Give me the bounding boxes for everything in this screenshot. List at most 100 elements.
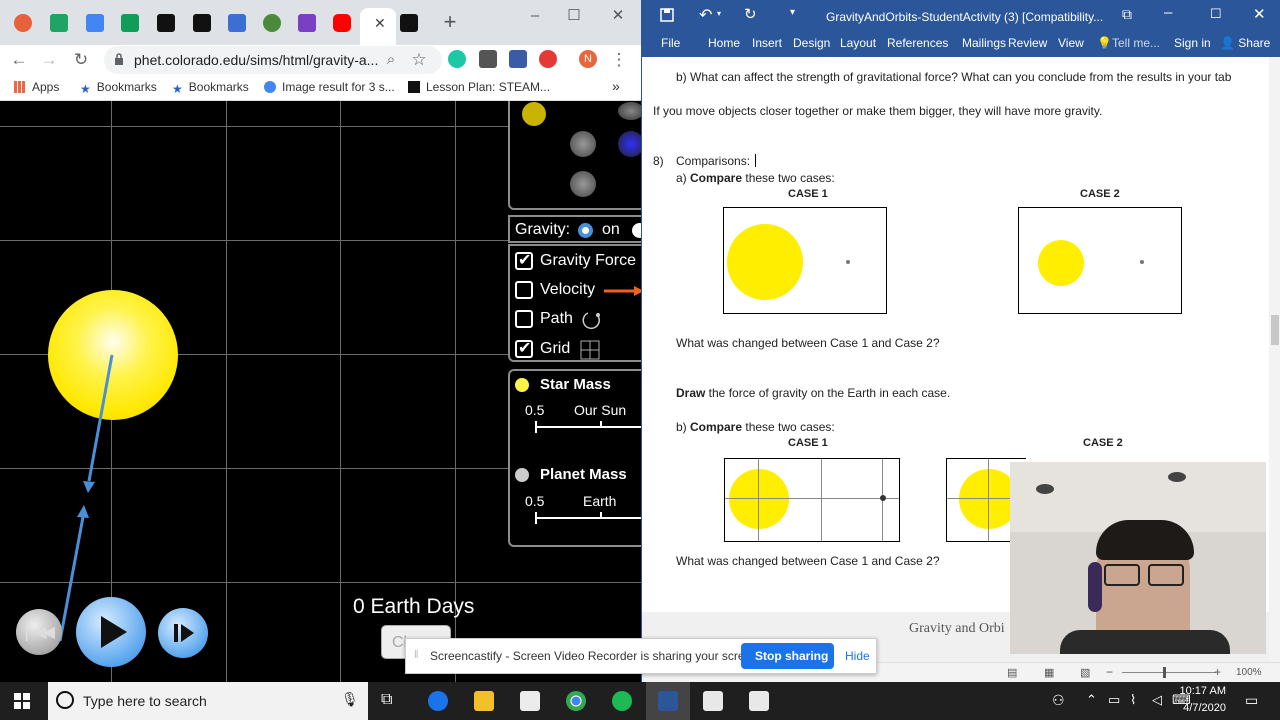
screencastify-icon[interactable]: [539, 50, 557, 68]
star-mass-slider[interactable]: [535, 426, 641, 428]
bookmark-star-icon[interactable]: ☆: [408, 49, 430, 71]
back-icon[interactable]: ←: [8, 49, 30, 71]
repeat-icon[interactable]: ↻: [744, 5, 757, 23]
zoom-in-icon[interactable]: +: [1214, 665, 1221, 679]
phet-tab-icon[interactable]: [193, 14, 211, 32]
close-icon[interactable]: ✕: [608, 6, 628, 26]
menu-icon[interactable]: ⋮: [608, 49, 630, 71]
taskbar-search[interactable]: Type here to search 🎙: [48, 682, 368, 720]
tab-file[interactable]: File: [661, 36, 680, 50]
network-icon[interactable]: ⌇: [1130, 692, 1136, 708]
play-button[interactable]: [76, 597, 146, 667]
grid-checkbox[interactable]: [515, 338, 533, 358]
tab-mailings[interactable]: Mailings: [962, 36, 1006, 50]
read-mode-icon[interactable]: ▤: [1007, 666, 1017, 679]
velocity-checkbox[interactable]: [515, 281, 533, 299]
forward-icon[interactable]: →: [38, 49, 60, 71]
customize-toolbar-icon[interactable]: ▾: [790, 7, 795, 18]
file-explorer-icon[interactable]: [474, 691, 494, 711]
moon-option-icon[interactable]: [618, 102, 641, 120]
gravity-off-radio[interactable]: [632, 223, 641, 238]
tab-insert[interactable]: Insert: [752, 36, 782, 50]
youtube-tab-icon[interactable]: [333, 14, 351, 32]
save-icon[interactable]: [660, 8, 674, 22]
undo-icon[interactable]: ↶: [699, 5, 712, 25]
active-tab[interactable]: ✕: [360, 8, 396, 45]
ribbon-display-icon[interactable]: ⧉: [1122, 6, 1132, 23]
tab-layout[interactable]: Layout: [840, 36, 876, 50]
minimize-icon[interactable]: –: [1164, 4, 1172, 21]
minimize-icon[interactable]: –: [525, 6, 545, 26]
clock-date[interactable]: 4/7/2020: [1178, 702, 1226, 714]
planet-mass-slider[interactable]: [535, 517, 641, 519]
zoom-out-icon[interactable]: −: [1106, 665, 1113, 679]
tab-references[interactable]: References: [887, 36, 948, 50]
edge-icon[interactable]: [428, 691, 448, 711]
show-hidden-icons[interactable]: ⌃: [1086, 692, 1097, 708]
microphone-icon[interactable]: 🎙: [341, 691, 359, 708]
tab-favicon-1[interactable]: [14, 14, 32, 32]
drive-tab-icon[interactable]: [50, 14, 68, 32]
spotify-icon[interactable]: [612, 691, 632, 711]
moon-option-icon[interactable]: [570, 131, 596, 157]
tab-design[interactable]: Design: [793, 36, 830, 50]
people-icon[interactable]: ⚇: [1052, 692, 1065, 709]
phet-tab-icon[interactable]: [400, 14, 418, 32]
maximize-icon[interactable]: ☐: [564, 6, 584, 26]
share-button[interactable]: 👤 Share: [1220, 36, 1270, 50]
bookmark-item[interactable]: Lesson Plan: STEAM...: [408, 80, 550, 94]
volume-icon[interactable]: ◁: [1152, 692, 1162, 708]
scrollbar-thumb[interactable]: [1271, 315, 1279, 345]
chrome-icon[interactable]: [566, 691, 586, 711]
gravity-on-radio[interactable]: [578, 223, 593, 238]
extension-icon-3[interactable]: [509, 50, 527, 68]
extension-icon-2[interactable]: [479, 50, 497, 68]
battery-icon[interactable]: ▭: [1108, 692, 1120, 708]
windows-start-icon[interactable]: [14, 693, 30, 709]
tab-favicon-8[interactable]: [263, 14, 281, 32]
more-bookmarks-icon[interactable]: »: [612, 78, 620, 94]
java-icon[interactable]: [749, 691, 769, 711]
sign-in-link[interactable]: Sign in: [1174, 36, 1211, 50]
task-view-icon[interactable]: ⧉: [381, 691, 392, 709]
vertical-scrollbar[interactable]: [1269, 57, 1280, 662]
drag-handle-icon[interactable]: ‖: [414, 649, 419, 661]
close-icon[interactable]: ✕: [1253, 5, 1266, 23]
extension-icon-1[interactable]: [448, 50, 466, 68]
print-layout-icon[interactable]: ▦: [1044, 666, 1054, 679]
tell-me-search[interactable]: Tell me...: [1112, 36, 1160, 50]
apps-bookmark[interactable]: Apps: [14, 80, 59, 94]
classroom-tab-icon[interactable]: [121, 14, 139, 32]
tab-home[interactable]: Home: [708, 36, 740, 50]
bookmark-item[interactable]: ★ Bookmarks: [172, 80, 249, 96]
zoom-search-icon[interactable]: ⌕: [380, 49, 402, 71]
step-forward-button[interactable]: [158, 608, 208, 658]
java-icon[interactable]: [703, 691, 723, 711]
docs-tab-icon[interactable]: [86, 14, 104, 32]
planet-option-icon[interactable]: [618, 131, 641, 157]
tab-view[interactable]: View: [1058, 36, 1084, 50]
zoom-level[interactable]: 100%: [1236, 667, 1262, 678]
gravity-force-checkbox[interactable]: [515, 250, 533, 270]
word-taskbar-active[interactable]: [646, 682, 690, 720]
clock-time[interactable]: 10:17 AM: [1178, 685, 1226, 697]
bookmark-item[interactable]: Image result for 3 s...: [264, 80, 395, 94]
tab-review[interactable]: Review: [1008, 36, 1047, 50]
phet-tab-icon[interactable]: [157, 14, 175, 32]
phet-sim-canvas[interactable]: Gravity: on Gravity Force Velocity Path …: [0, 101, 641, 682]
moon-option-icon[interactable]: [570, 171, 596, 197]
path-checkbox[interactable]: [515, 310, 533, 328]
bookmark-item[interactable]: ★ Bookmarks: [80, 80, 157, 96]
store-icon[interactable]: [520, 691, 540, 711]
undo-dropdown-icon[interactable]: ▾: [717, 9, 721, 18]
zoom-slider-thumb[interactable]: [1163, 667, 1166, 678]
notifications-icon[interactable]: ▭: [1245, 692, 1258, 709]
profile-avatar[interactable]: N: [579, 50, 597, 68]
zoom-slider[interactable]: [1122, 672, 1216, 673]
stop-sharing-button[interactable]: Stop sharing: [741, 643, 834, 669]
new-tab-icon[interactable]: +: [440, 11, 460, 33]
tab-favicon-9[interactable]: [298, 14, 316, 32]
rewind-button[interactable]: ▏◀◀: [16, 609, 62, 655]
reload-icon[interactable]: ↻: [70, 49, 92, 71]
hide-button[interactable]: Hide: [845, 649, 870, 663]
